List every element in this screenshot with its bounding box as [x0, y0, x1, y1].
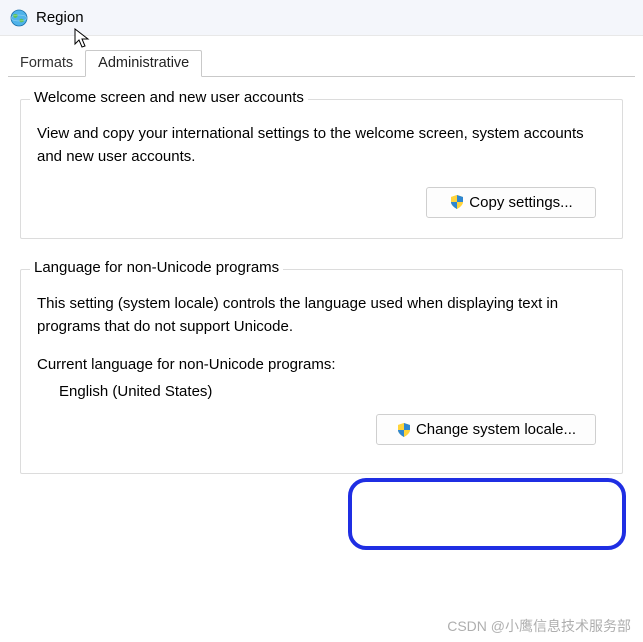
group-non-unicode: Language for non-Unicode programs This s… [20, 269, 623, 475]
tab-administrative[interactable]: Administrative [85, 50, 202, 77]
tab-content: Welcome screen and new user accounts Vie… [0, 77, 643, 514]
globe-icon [10, 9, 28, 27]
welcome-description: View and copy your international setting… [37, 122, 606, 169]
titlebar: Region [0, 0, 643, 36]
current-locale-label: Current language for non-Unicode program… [37, 356, 606, 373]
tab-formats[interactable]: Formats [8, 51, 85, 76]
locale-description: This setting (system locale) controls th… [37, 292, 606, 339]
window-title: Region [36, 9, 84, 26]
change-system-locale-button[interactable]: Change system locale... [376, 414, 596, 445]
group-welcome-screen: Welcome screen and new user accounts Vie… [20, 99, 623, 239]
group-welcome-legend: Welcome screen and new user accounts [30, 89, 308, 106]
group-locale-legend: Language for non-Unicode programs [30, 259, 283, 276]
shield-icon [396, 422, 412, 438]
shield-icon [449, 194, 465, 210]
change-locale-label: Change system locale... [416, 421, 576, 438]
copy-settings-button[interactable]: Copy settings... [426, 187, 596, 218]
current-locale-value: English (United States) [59, 383, 606, 400]
copy-settings-label: Copy settings... [469, 194, 572, 211]
tabstrip: Formats Administrative [0, 36, 643, 76]
watermark: CSDN @小鹰信息技术服务部 [447, 616, 631, 636]
